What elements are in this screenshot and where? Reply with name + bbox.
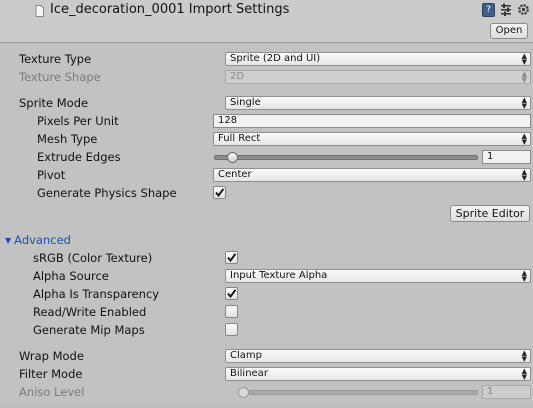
generate-mip-maps-checkbox[interactable] [225,323,238,336]
help-icon[interactable]: ? [482,3,495,17]
aniso-level-slider-track [238,390,478,395]
sprite-mode-dropdown[interactable]: Single ▲ ▼ [225,96,531,110]
texture-type-label: Texture Type [19,52,92,66]
filter-mode-value: Bilinear [230,368,268,379]
mesh-type-value: Full Rect [218,133,261,144]
document-icon [35,5,44,17]
checkmark-icon [227,253,237,263]
generate-physics-shape-label: Generate Physics Shape [37,186,177,200]
foldout-expanded-icon: ▼ [5,236,12,245]
advanced-foldout[interactable]: ▼ Advanced [5,233,71,247]
dropdown-arrows-icon: ▲ ▼ [521,132,527,146]
alpha-is-transparency-label: Alpha Is Transparency [33,287,160,301]
pivot-value: Center [218,169,252,180]
preset-icon[interactable] [500,3,512,16]
aniso-level-slider-thumb [238,387,249,398]
read-write-enabled-checkbox[interactable] [225,305,238,318]
texture-type-value: Sprite (2D and UI) [230,53,321,64]
sprite-editor-button[interactable]: Sprite Editor [450,205,530,222]
checkmark-icon [227,289,237,299]
sprite-mode-value: Single [230,97,261,108]
filter-mode-dropdown[interactable]: Bilinear ▲ ▼ [225,367,531,381]
advanced-label: Advanced [14,233,71,247]
alpha-source-value: Input Texture Alpha [230,270,328,281]
dropdown-arrows-icon: ▲ ▼ [521,70,527,84]
generate-mip-maps-label: Generate Mip Maps [33,323,145,337]
pivot-label: Pivot [37,168,66,182]
alpha-is-transparency-checkbox[interactable] [225,287,238,300]
dropdown-arrows-icon: ▲ ▼ [521,367,527,381]
open-button[interactable]: Open [490,23,528,39]
extrude-edges-label: Extrude Edges [37,150,121,164]
panel-bottom-edge [0,404,533,408]
read-write-enabled-label: Read/Write Enabled [33,305,147,319]
pivot-dropdown[interactable]: Center ▲ ▼ [213,168,531,182]
dropdown-arrows-icon: ▲ ▼ [521,168,527,182]
checkmark-icon [215,188,225,198]
mesh-type-dropdown[interactable]: Full Rect ▲ ▼ [213,132,531,146]
wrap-mode-dropdown[interactable]: Clamp ▲ ▼ [225,349,531,363]
pixels-per-unit-label: Pixels Per Unit [37,114,119,128]
window-title: Ice_decoration_0001 Import Settings [50,2,290,17]
texture-type-dropdown[interactable]: Sprite (2D and UI) ▲ ▼ [225,52,531,66]
sprite-mode-label: Sprite Mode [19,96,89,110]
texture-shape-dropdown: 2D ▲ ▼ [225,70,531,84]
generate-physics-shape-checkbox[interactable] [213,186,226,199]
extrude-edges-slider-thumb[interactable] [226,152,238,163]
mesh-type-label: Mesh Type [37,132,98,146]
aniso-level-label: Aniso Level [19,385,85,399]
extrude-edges-field[interactable]: 1 [482,150,531,164]
wrap-mode-value: Clamp [230,350,262,361]
srgb-label: sRGB (Color Texture) [33,251,153,265]
pixels-per-unit-field[interactable]: 128 [213,114,531,128]
dropdown-arrows-icon: ▲ ▼ [521,96,527,110]
extrude-edges-slider-track[interactable] [214,155,478,160]
aniso-level-field: 1 [482,385,531,399]
dropdown-arrows-icon: ▲ ▼ [521,52,527,66]
filter-mode-label: Filter Mode [19,367,83,381]
dropdown-arrows-icon: ▲ ▼ [521,349,527,363]
gear-icon[interactable] [517,3,530,16]
texture-shape-label: Texture Shape [19,70,101,84]
alpha-source-dropdown[interactable]: Input Texture Alpha ▲ ▼ [225,269,531,283]
texture-shape-value: 2D [230,71,245,82]
srgb-checkbox[interactable] [225,251,238,264]
dropdown-arrows-icon: ▲ ▼ [521,269,527,283]
alpha-source-label: Alpha Source [33,269,109,283]
wrap-mode-label: Wrap Mode [19,349,84,363]
inspector-header: Ice_decoration_0001 Import Settings ? Op… [0,0,533,43]
